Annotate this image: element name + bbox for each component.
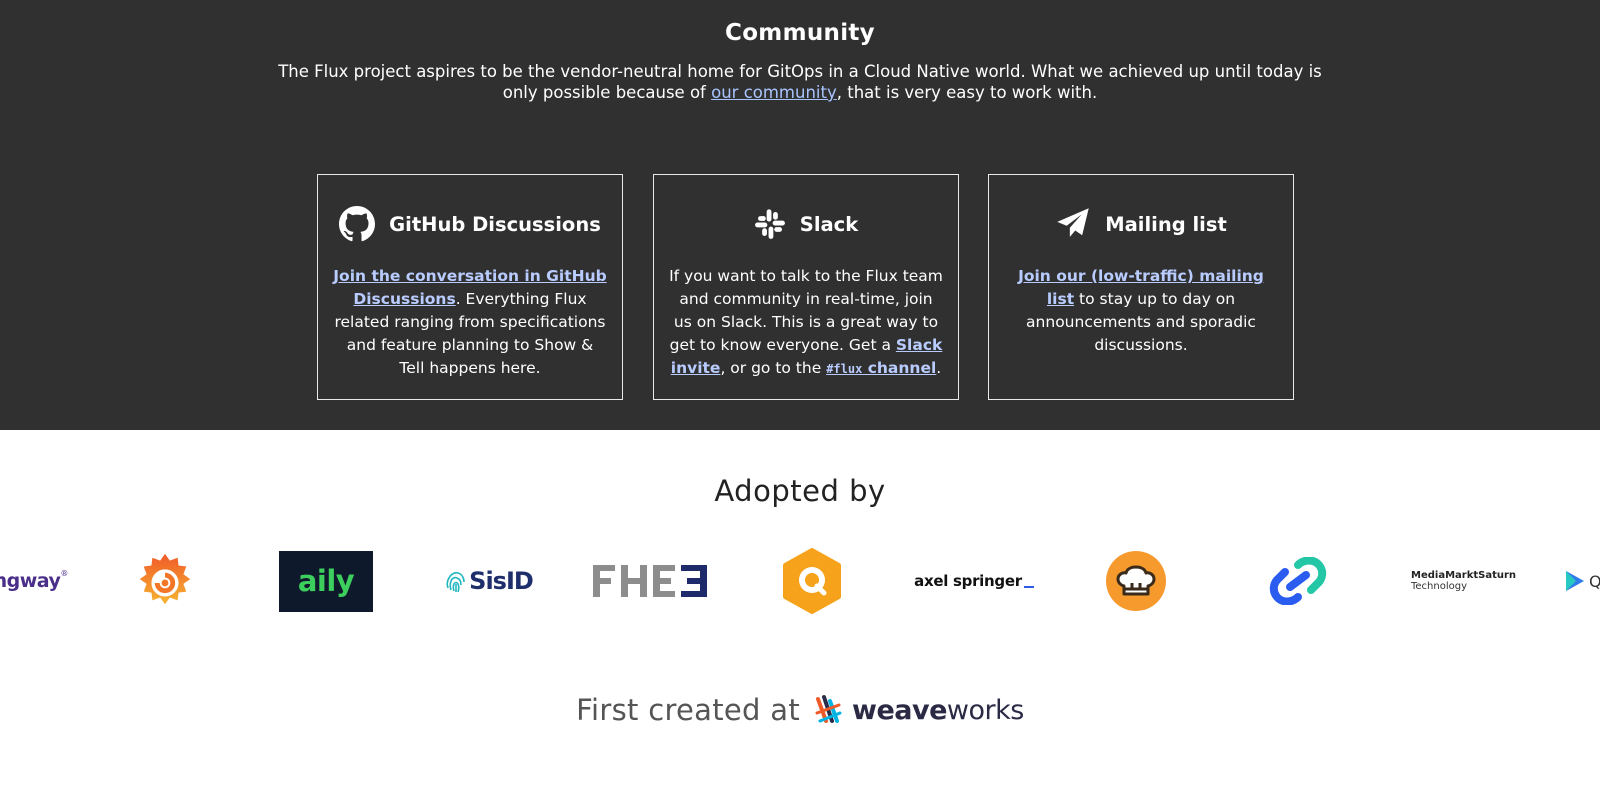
fhe3-logo[interactable] [592,545,710,617]
chef-hat-icon [1106,551,1166,611]
slack-card: Slack If you want to talk to the Flux te… [653,174,959,400]
paper-plane-icon [1055,206,1091,242]
community-title: Community [725,20,875,46]
grafana-logo[interactable] [130,545,200,617]
adopted-title: Adopted by [714,474,886,508]
weaveworks-logo[interactable]: weaveworks [812,693,1024,727]
slack-title: Slack [799,212,859,236]
github-discussions-card: GitHub Discussions Join the conversation… [317,174,623,400]
github-discussions-title: GitHub Discussions [389,212,601,236]
weaveworks-icon [815,695,842,723]
fingerprint-icon [446,571,465,593]
grafana-icon [139,553,191,605]
play-arrow-icon [1566,571,1584,591]
chef-logo[interactable] [1104,545,1168,617]
github-discussions-text: Join the conversation in GitHub Discussi… [333,267,607,377]
mailing-list-title: Mailing list [1105,212,1227,236]
axel-springer-logo[interactable]: axel springer [912,545,1036,617]
hexagon-icon [783,548,841,614]
our-community-link[interactable]: our community [711,83,837,102]
mailing-list-text: Join our (low-traffic) mailing list to s… [1018,267,1264,354]
sisid-logo[interactable]: SisID [443,545,535,617]
community-section: Community The Flux project aspires to be… [0,0,1600,430]
community-intro: The Flux project aspires to be the vendo… [278,62,1322,102]
link-logo[interactable] [1266,545,1330,617]
q-logo[interactable]: Q [1564,545,1600,617]
mailing-list-card: Mailing list Join our (low-traffic) mail… [988,174,1294,400]
gway-logo[interactable]: ngway ® [0,545,68,617]
flux-channel-link[interactable]: #flux channel [826,359,936,377]
adopters-carousel[interactable]: ngway ® aily SisID axel springer MediaMa… [0,545,1600,617]
chain-link-icon [1269,557,1327,605]
fhe3-wordmark [593,565,707,597]
orange-hex-logo[interactable] [780,545,844,617]
aily-logo[interactable]: aily [279,545,373,617]
first-created-at: First created at weaveworks [0,685,1600,735]
mediamarktsaturn-logo[interactable]: MediaMarktSaturn Technology [1411,545,1521,617]
github-icon [339,206,376,242]
first-created-text: First created at [576,693,801,727]
community-cards: GitHub Discussions Join the conversation… [317,174,1294,400]
slack-icon [754,208,786,240]
slack-text: If you want to talk to the Flux team and… [669,267,943,377]
